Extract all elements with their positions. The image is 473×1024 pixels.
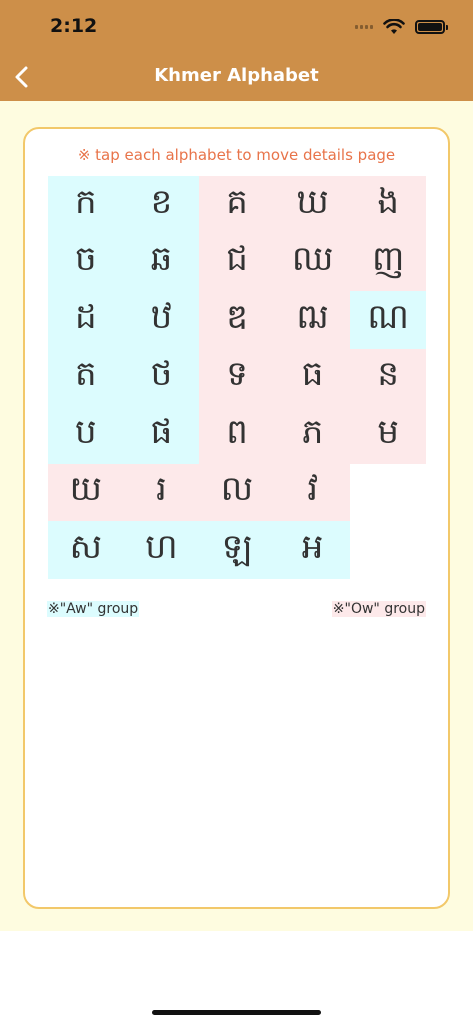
letter-cell[interactable]: ព (199, 406, 275, 464)
wifi-icon (383, 19, 405, 34)
letter-cell[interactable]: ឋ (123, 291, 200, 349)
status-icons (355, 16, 448, 38)
letter-cell[interactable]: ង (350, 176, 426, 234)
letter-cell[interactable]: ច (48, 233, 124, 291)
letter-cell[interactable]: ខ (123, 176, 200, 234)
letter-cell[interactable]: ម (350, 406, 426, 464)
letter-cell[interactable]: វ (274, 463, 351, 521)
letter-cell[interactable]: ទ (199, 348, 275, 406)
letter-cell[interactable]: អ (274, 521, 351, 579)
letter-cell[interactable]: ស (48, 521, 124, 579)
letter-cell[interactable]: ភ (274, 406, 351, 464)
letter-cell[interactable]: ត (48, 348, 124, 406)
letter-cell[interactable]: ណ (350, 291, 426, 349)
letter-cell[interactable]: ល (199, 463, 275, 521)
letter-cell[interactable]: ថ (123, 348, 200, 406)
letter-cell[interactable]: ឃ (274, 176, 351, 234)
letter-cell[interactable]: ក (48, 176, 124, 234)
tap-hint: ※ tap each alphabet to move details page (77, 146, 396, 164)
letter-cell[interactable]: ឌ (199, 291, 275, 349)
ow-group-legend: ※"Ow" group (331, 601, 426, 617)
cellular-signal-icon (355, 25, 373, 29)
home-indicator[interactable] (152, 1010, 321, 1015)
aw-group-legend: ※"Aw" group (47, 601, 140, 617)
page-title: Khmer Alphabet (154, 65, 319, 86)
letter-cell[interactable]: យ (48, 463, 124, 521)
letter-cell[interactable]: ផ (123, 406, 200, 464)
letter-cell[interactable]: ឍ (274, 291, 351, 349)
letter-cell[interactable]: ដ (48, 291, 124, 349)
letter-cell[interactable]: ឆ (123, 233, 200, 291)
letter-cell[interactable]: ហ (123, 521, 200, 579)
alphabet-grid: កខគឃងចឆជឈញដឋឌឍណតថទធនបផពភមយរលវសហឡអ (48, 176, 426, 579)
letter-cell[interactable]: ធ (274, 348, 351, 406)
letter-cell[interactable]: ប (48, 406, 124, 464)
letter-cell[interactable]: ជ (199, 233, 275, 291)
letter-cell[interactable]: ន (350, 348, 426, 406)
letter-cell[interactable]: ឈ (274, 233, 351, 291)
battery-icon (415, 20, 448, 34)
letter-cell[interactable]: គ (199, 176, 275, 234)
status-time: 2:12 (50, 15, 98, 37)
letter-cell[interactable]: រ (123, 463, 200, 521)
letter-cell[interactable]: ឡ (199, 521, 275, 579)
letter-cell[interactable]: ញ (350, 233, 426, 291)
